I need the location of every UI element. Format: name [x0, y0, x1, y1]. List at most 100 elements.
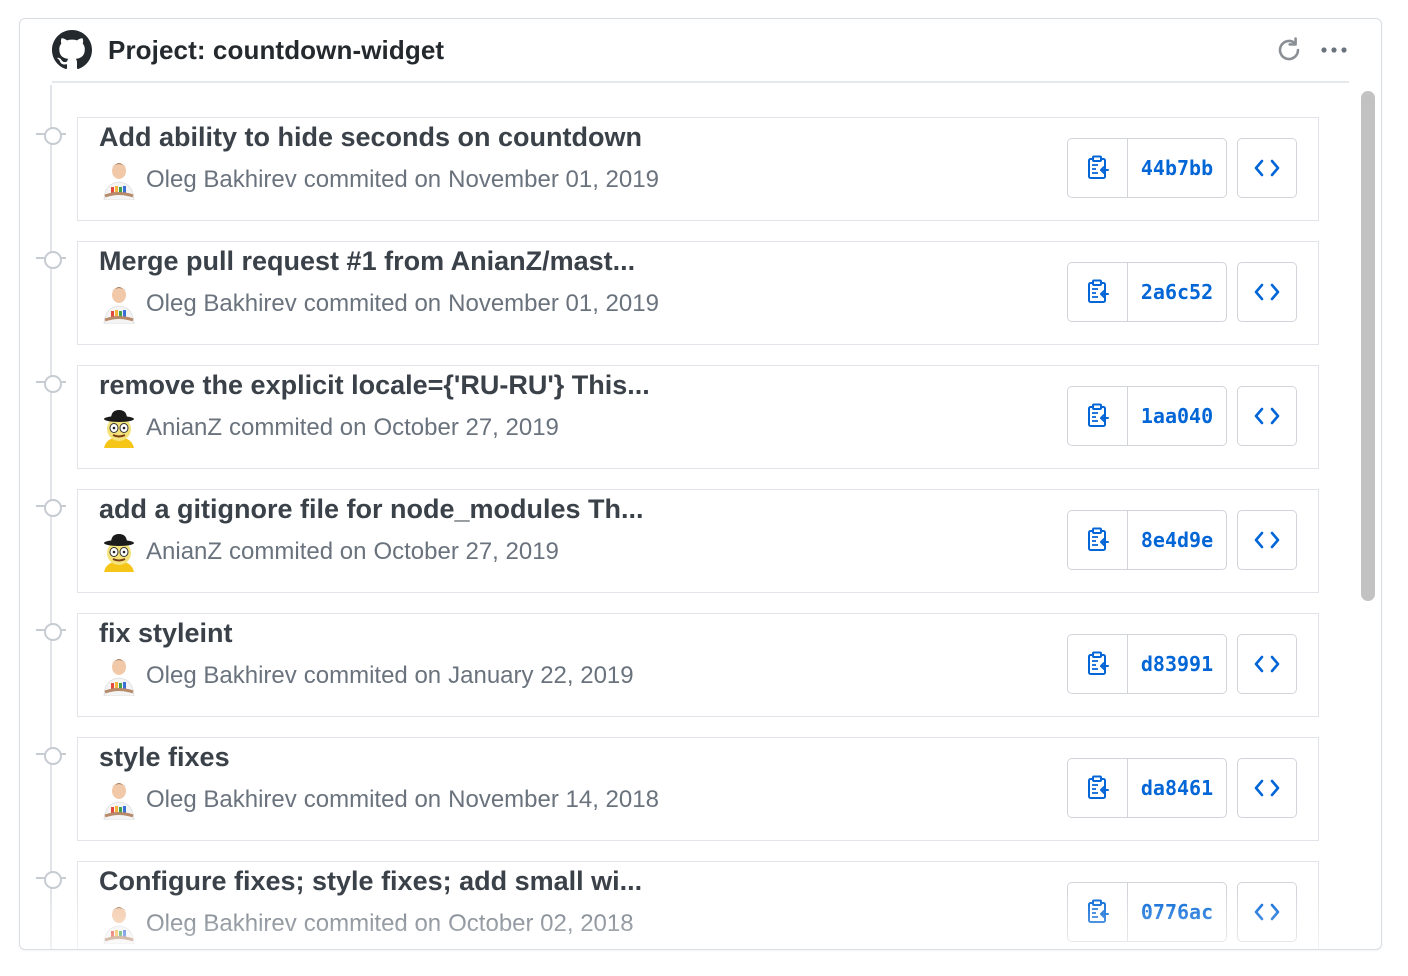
commit-connector: commited on [303, 786, 442, 813]
clipboard-copy-icon [1087, 899, 1109, 923]
code-brackets-icon [1254, 159, 1280, 177]
code-brackets-icon [1254, 779, 1280, 797]
copy-sha-button[interactable] [1068, 759, 1128, 817]
commit-meta: Oleg Bakhirev commited on October 02, 20… [102, 904, 634, 944]
commit-message[interactable]: style fixes [99, 742, 230, 773]
commit-meta: Oleg Bakhirev commited on November 01, 2… [102, 284, 659, 324]
sha-button-group: da8461 [1067, 758, 1227, 818]
commit-connector: commited on [303, 910, 442, 937]
commit-connector: commited on [229, 414, 367, 441]
commit-message[interactable]: remove the explicit locale={'RU-RU'} Thi… [99, 370, 650, 401]
commit-item: fix styleint Oleg Bakhirev commited on J… [77, 613, 1319, 717]
commit-date: October 27, 2019 [373, 538, 559, 565]
sha-button-group: 8e4d9e [1067, 510, 1227, 570]
avatar-anianz [102, 532, 136, 572]
timeline-node-icon [36, 251, 66, 269]
commit-message[interactable]: Add ability to hide seconds on countdown [99, 122, 642, 153]
commit-meta: AnianZ commited on October 27, 2019 [102, 408, 559, 448]
code-brackets-icon [1254, 283, 1280, 301]
commit-sha-button[interactable]: 1aa040 [1128, 387, 1226, 445]
timeline-node-icon [36, 871, 66, 889]
commit-item: Add ability to hide seconds on countdown… [77, 117, 1319, 221]
commit-author[interactable]: Oleg Bakhirev [146, 166, 297, 194]
copy-sha-button[interactable] [1068, 387, 1128, 445]
avatar-oleg [102, 160, 136, 200]
commit-message[interactable]: Configure fixes; style fixes; add small … [99, 866, 642, 897]
commit-item: Merge pull request #1 from AnianZ/mast..… [77, 241, 1319, 345]
code-brackets-icon [1254, 531, 1280, 549]
commit-date: October 27, 2019 [373, 414, 559, 441]
commit-meta: Oleg Bakhirev commited on November 14, 2… [102, 780, 659, 820]
commit-message[interactable]: Merge pull request #1 from AnianZ/mast..… [99, 246, 635, 277]
commit-message[interactable]: fix styleint [99, 618, 233, 649]
commit-date: November 14, 2018 [448, 786, 659, 813]
commit-sha-button[interactable]: 44b7bb [1128, 139, 1226, 197]
sha-button-group: 2a6c52 [1067, 262, 1227, 322]
commit-meta: AnianZ commited on October 27, 2019 [102, 532, 559, 572]
timeline-node-icon [36, 499, 66, 517]
browse-files-button[interactable] [1237, 882, 1297, 942]
copy-sha-button[interactable] [1068, 139, 1128, 197]
avatar-anianz [102, 408, 136, 448]
ellipsis-icon[interactable] [1319, 35, 1349, 65]
widget-header: Project: countdown-widget [52, 19, 1349, 83]
commits-widget: Project: countdown-widget Add ability to… [19, 18, 1382, 950]
commit-author[interactable]: Oleg Bakhirev [146, 786, 297, 814]
commit-author[interactable]: Oleg Bakhirev [146, 290, 297, 318]
timeline-line [50, 85, 52, 949]
browse-files-button[interactable] [1237, 138, 1297, 198]
copy-sha-button[interactable] [1068, 883, 1128, 941]
commit-item: Configure fixes; style fixes; add small … [77, 861, 1319, 949]
commit-item: style fixes Oleg Bakhirev commited on No… [77, 737, 1319, 841]
commit-sha-button[interactable]: 2a6c52 [1128, 263, 1226, 321]
sha-button-group: 1aa040 [1067, 386, 1227, 446]
sha-button-group: d83991 [1067, 634, 1227, 694]
copy-sha-button[interactable] [1068, 635, 1128, 693]
commit-list[interactable]: Add ability to hide seconds on countdown… [20, 85, 1350, 949]
commit-meta: Oleg Bakhirev commited on November 01, 2… [102, 160, 659, 200]
clipboard-copy-icon [1087, 775, 1109, 799]
browse-files-button[interactable] [1237, 758, 1297, 818]
commit-connector: commited on [303, 166, 442, 193]
commit-author[interactable]: AnianZ [146, 414, 222, 442]
code-brackets-icon [1254, 903, 1280, 921]
copy-sha-button[interactable] [1068, 511, 1128, 569]
browse-files-button[interactable] [1237, 386, 1297, 446]
commit-date: November 01, 2019 [448, 166, 659, 193]
commit-sha-button[interactable]: 8e4d9e [1128, 511, 1226, 569]
clipboard-copy-icon [1087, 651, 1109, 675]
browse-files-button[interactable] [1237, 634, 1297, 694]
commit-meta: Oleg Bakhirev commited on January 22, 20… [102, 656, 634, 696]
commit-date: November 01, 2019 [448, 290, 659, 317]
code-brackets-icon [1254, 407, 1280, 425]
commit-item: add a gitignore file for node_modules Th… [77, 489, 1319, 593]
refresh-icon[interactable] [1273, 34, 1305, 66]
commit-sha-button[interactable]: 0776ac [1128, 883, 1226, 941]
browse-files-button[interactable] [1237, 262, 1297, 322]
commit-author[interactable]: Oleg Bakhirev [146, 662, 297, 690]
sha-button-group: 44b7bb [1067, 138, 1227, 198]
timeline-node-icon [36, 375, 66, 393]
scrollbar-thumb[interactable] [1361, 91, 1375, 601]
avatar-oleg [102, 656, 136, 696]
timeline-node-icon [36, 623, 66, 641]
commit-author[interactable]: AnianZ [146, 538, 222, 566]
sha-button-group: 0776ac [1067, 882, 1227, 942]
commit-sha-button[interactable]: da8461 [1128, 759, 1226, 817]
timeline-node-icon [36, 747, 66, 765]
commit-sha-button[interactable]: d83991 [1128, 635, 1226, 693]
clipboard-copy-icon [1087, 155, 1109, 179]
clipboard-copy-icon [1087, 403, 1109, 427]
commit-author[interactable]: Oleg Bakhirev [146, 910, 297, 938]
scrollbar[interactable] [1356, 89, 1378, 947]
commit-date: January 22, 2019 [448, 662, 634, 689]
commit-connector: commited on [303, 662, 442, 689]
avatar-oleg [102, 780, 136, 820]
copy-sha-button[interactable] [1068, 263, 1128, 321]
github-octocat-icon [52, 30, 92, 70]
commit-message[interactable]: add a gitignore file for node_modules Th… [99, 494, 644, 525]
browse-files-button[interactable] [1237, 510, 1297, 570]
page-title: Project: countdown-widget [108, 34, 445, 65]
commit-item: remove the explicit locale={'RU-RU'} Thi… [77, 365, 1319, 469]
code-brackets-icon [1254, 655, 1280, 673]
